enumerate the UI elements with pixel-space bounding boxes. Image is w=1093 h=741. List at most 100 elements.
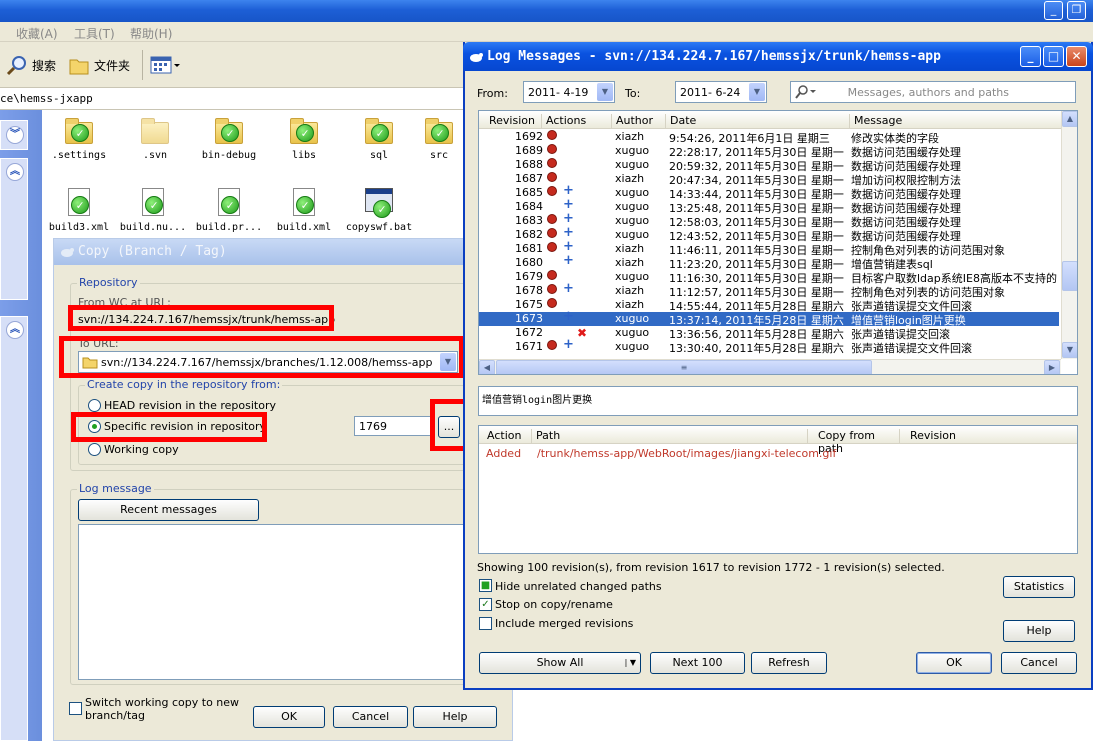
- revision-row[interactable]: 1688 xuguo 20:59:32, 2011年5月30日 星期一 数据访问范围缓…: [479, 158, 1059, 173]
- hide-unrelated-checkbox[interactable]: ■: [479, 579, 492, 592]
- scroll-left-icon[interactable]: ◀: [479, 360, 495, 374]
- annotation-box-specific-revision: [71, 412, 267, 442]
- restore-icon[interactable]: ❐: [1067, 1, 1086, 20]
- copy-cancel-button[interactable]: Cancel: [333, 706, 408, 728]
- scroll-down-icon[interactable]: ▼: [1062, 342, 1077, 358]
- copy-ok-button[interactable]: OK: [253, 706, 325, 728]
- revision-list-hscroll[interactable]: ◀ ≡ ▶: [479, 359, 1061, 374]
- file-item[interactable]: ✓ libs: [267, 116, 341, 161]
- revision-message: 张声遒错误提交文件回滚: [851, 342, 972, 355]
- changed-path-row[interactable]: Added /trunk/hemss-app/WebRoot/images/ji…: [479, 447, 1059, 461]
- file-item[interactable]: ✓ bin-debug: [192, 116, 266, 161]
- next-100-button[interactable]: Next 100: [650, 652, 745, 674]
- added-icon: +: [563, 309, 574, 324]
- revision-row[interactable]: 1680 xiazh 11:23:20, 2011年5月30日 星期一 增值营销建表s…: [479, 254, 1059, 271]
- search-button[interactable]: 搜索: [6, 52, 56, 78]
- file-item[interactable]: ✓ build.pr...: [192, 188, 266, 233]
- file-item[interactable]: ✓ copyswf.bat: [342, 188, 416, 233]
- folders-button[interactable]: 文件夹: [68, 52, 130, 78]
- maximize-icon[interactable]: □: [1043, 46, 1064, 67]
- revision-row[interactable]: 1689 xuguo 22:28:17, 2011年5月30日 星期一 数据访问范围缓…: [479, 144, 1059, 159]
- to-date-value: 2011- 6-24: [680, 86, 741, 99]
- chevron-down-icon[interactable]: ▼: [749, 83, 765, 101]
- chevron-down-icon[interactable]: | ▼: [625, 653, 636, 673]
- revision-input[interactable]: 1769: [354, 416, 434, 436]
- revision-row[interactable]: 1671 xuguo 13:30:40, 2011年5月28日 星期六 张声遒错误提交…: [479, 338, 1059, 355]
- search-label: 搜索: [32, 58, 57, 73]
- show-all-button[interactable]: Show All | ▼: [479, 652, 641, 674]
- chevron-down-icon[interactable]: ▼: [597, 83, 613, 101]
- chevron-up-icon[interactable]: ︽: [6, 163, 24, 181]
- views-icon: [150, 56, 180, 74]
- file-item[interactable]: ✓ build.nu...: [116, 188, 190, 233]
- copy-dialog-titlebar: Copy (Branch / Tag): [54, 239, 512, 265]
- from-date-picker[interactable]: 2011- 4-19 ▼: [523, 81, 615, 103]
- col-date[interactable]: Date: [665, 114, 849, 128]
- head-revision-radio[interactable]: [88, 399, 101, 412]
- from-label: From:: [477, 87, 508, 100]
- minimize-icon[interactable]: _: [1020, 46, 1041, 67]
- revision-list-vscroll[interactable]: ▲ ▼: [1061, 111, 1077, 359]
- menu-favorites[interactable]: 收藏(A): [16, 25, 58, 42]
- log-search-input[interactable]: Messages, authors and paths: [790, 81, 1076, 103]
- file-item[interactable]: ✓ .settings: [42, 116, 116, 161]
- file-item[interactable]: ✓ build3.xml: [42, 188, 116, 233]
- revision-number: 1683: [515, 214, 543, 227]
- repository-group-label: Repository: [77, 276, 140, 289]
- col-path[interactable]: Path: [531, 429, 807, 443]
- file-name: bin-debug: [201, 150, 257, 161]
- recent-messages-button[interactable]: Recent messages: [78, 499, 259, 521]
- col-message[interactable]: Message: [849, 114, 1061, 128]
- col-author[interactable]: Author: [611, 114, 665, 128]
- log-cancel-button[interactable]: Cancel: [1001, 652, 1077, 674]
- log-help-button[interactable]: Help: [1003, 620, 1075, 642]
- search-icon: [6, 56, 26, 76]
- modified-icon: [547, 284, 557, 294]
- revision-row[interactable]: 1673 xuguo 13:37:14, 2011年5月28日 星期六 增值营销log…: [479, 309, 1059, 327]
- log-ok-button[interactable]: OK: [916, 652, 992, 674]
- working-copy-radio[interactable]: [88, 443, 101, 456]
- file-item[interactable]: ✓ build.xml: [267, 188, 341, 233]
- scroll-right-icon[interactable]: ▶: [1044, 360, 1060, 374]
- revision-author: xiazh: [615, 130, 645, 143]
- revision-author: xiazh: [615, 284, 645, 297]
- switch-working-copy-checkbox[interactable]: [69, 702, 82, 715]
- search-icon: [795, 85, 816, 99]
- include-merged-checkbox[interactable]: [479, 617, 492, 630]
- revision-number: 1678: [515, 284, 543, 297]
- chevron-down-icon[interactable]: ︾: [6, 126, 24, 144]
- to-date-picker[interactable]: 2011- 6-24 ▼: [675, 81, 767, 103]
- refresh-button[interactable]: Refresh: [751, 652, 827, 674]
- scroll-thumb[interactable]: [1062, 261, 1077, 291]
- revision-number: 1681: [515, 242, 543, 255]
- log-message-view[interactable]: 增值营销login图片更换: [478, 386, 1078, 416]
- minimize-icon[interactable]: _: [1044, 1, 1063, 20]
- revision-number: 1687: [515, 172, 543, 185]
- scroll-up-icon[interactable]: ▲: [1062, 111, 1077, 127]
- file-item[interactable]: .svn: [118, 116, 192, 161]
- col-revision[interactable]: Revision: [479, 114, 541, 128]
- scroll-thumb[interactable]: ≡: [496, 360, 872, 374]
- revision-row[interactable]: 1678 xiazh 11:12:57, 2011年5月30日 星期一 控制角色对列表…: [479, 282, 1059, 299]
- changed-paths-list[interactable]: Action Path Copy from path Revision Adde…: [478, 425, 1078, 554]
- chevron-up-icon[interactable]: ︽: [6, 321, 24, 339]
- col-actions[interactable]: Actions: [541, 114, 611, 128]
- menu-tools[interactable]: 工具(T): [74, 25, 115, 42]
- stop-on-copy-checkbox[interactable]: ✓: [479, 598, 492, 611]
- file-item[interactable]: ✓ sql: [342, 116, 416, 161]
- revision-author: xiazh: [615, 172, 645, 185]
- views-button[interactable]: [150, 52, 180, 78]
- revision-row[interactable]: 1692 xiazh 9:54:26, 2011年6月1日 星期三 修改实体类的字段: [479, 130, 1059, 145]
- menu-help[interactable]: 帮助(H): [130, 25, 172, 42]
- revision-author: xuguo: [615, 144, 650, 157]
- col-copy-revision[interactable]: Revision: [899, 429, 979, 443]
- log-message-textarea[interactable]: [78, 524, 492, 680]
- col-copy-from[interactable]: Copy from path: [807, 429, 899, 455]
- file-item[interactable]: ✓ src: [416, 116, 462, 161]
- statistics-button[interactable]: Statistics: [1003, 576, 1075, 598]
- copy-help-button[interactable]: Help: [413, 706, 497, 728]
- revision-number: 1673: [515, 312, 543, 325]
- col-path-action[interactable]: Action: [479, 429, 531, 443]
- close-icon[interactable]: ✕: [1066, 46, 1087, 67]
- revision-list[interactable]: Revision Actions Author Date Message 169…: [478, 110, 1078, 375]
